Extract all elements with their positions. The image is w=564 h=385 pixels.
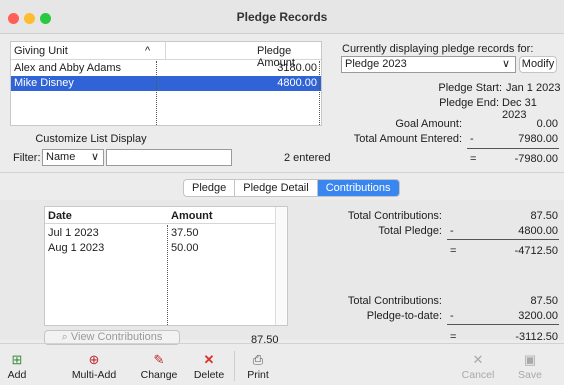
filter-label: Filter: — [13, 152, 41, 164]
contribution-date: Aug 1 2023 — [48, 242, 105, 254]
giving-unit-name: Alex and Abby Adams — [14, 62, 122, 74]
contribution-date: Jul 1 2023 — [48, 227, 99, 239]
pledge-row[interactable]: Alex and Abby Adams 3180.00 — [11, 61, 321, 76]
column-header-giving-unit[interactable]: Giving Unit — [14, 45, 68, 57]
pledge-amount: 3180.00 — [277, 62, 317, 74]
giving-unit-name: Mike Disney — [14, 77, 74, 89]
column-separator — [319, 61, 320, 125]
sort-ascending-icon: ^ — [145, 45, 151, 57]
save-label: Save — [518, 369, 542, 381]
cancel-x-icon: ✕ — [472, 352, 484, 367]
column-separator — [156, 61, 157, 125]
view-contributions-label: View Contributions — [70, 331, 163, 343]
pledge-to-date-value: 3200.00 — [518, 310, 558, 322]
total-entered-label: Total Amount Entered: — [353, 133, 462, 145]
change-record-icon: ✎ — [153, 352, 165, 367]
column-divider — [165, 42, 166, 60]
print-label: Print — [247, 369, 269, 381]
pledge-start-label: Pledge Start: — [438, 82, 502, 94]
total-entered-value: 7980.00 — [518, 133, 558, 145]
add-button[interactable]: ⊞ Add — [0, 352, 34, 381]
title-bar: Pledge Records — [0, 0, 564, 34]
pledge-to-date-label: Pledge-to-date: — [366, 310, 442, 322]
total-pledge-value: 4800.00 — [518, 225, 558, 237]
add-record-icon: ⊞ — [11, 352, 23, 367]
balance-value: -4712.50 — [514, 245, 558, 257]
equals-sign: = — [470, 153, 477, 165]
multi-add-label: Multi-Add — [71, 369, 117, 381]
tab-pledge[interactable]: Pledge — [184, 180, 236, 196]
change-label: Change — [140, 369, 178, 381]
toolbar-separator — [234, 351, 235, 381]
minus-sign: - — [450, 310, 454, 322]
difference-value: -7980.00 — [514, 153, 558, 165]
displaying-label: Currently displaying pledge records for: — [342, 43, 534, 55]
tab-pledge-detail[interactable]: Pledge Detail — [235, 180, 318, 196]
printer-icon: ⎙ — [252, 352, 264, 367]
equals-sign: = — [450, 331, 457, 343]
campaign-select-value: Pledge 2023 — [345, 58, 407, 70]
pledge-list[interactable]: Giving Unit ^ Pledge Amount Alex and Abb… — [10, 41, 322, 126]
cancel-button[interactable]: ✕ Cancel — [458, 352, 498, 381]
change-button[interactable]: ✎ Change — [140, 352, 178, 381]
minus-sign: - — [450, 225, 454, 237]
search-icon: ⌕ — [61, 331, 68, 343]
tab-contributions[interactable]: Contributions — [317, 180, 399, 196]
delete-label: Delete — [193, 369, 225, 381]
total-contributions-label: Total Contributions: — [347, 210, 442, 222]
scrollbar[interactable] — [275, 207, 287, 325]
contribution-amount: 50.00 — [171, 242, 199, 254]
filter-input[interactable] — [106, 149, 232, 166]
equals-sign: = — [450, 245, 457, 257]
cancel-label: Cancel — [461, 369, 495, 381]
filter-select-value: Name — [46, 151, 76, 163]
save-disk-icon: ▣ — [523, 352, 537, 367]
column-header-date[interactable]: Date — [48, 210, 72, 222]
column-header-amount[interactable]: Amount — [171, 210, 213, 222]
total-contributions-value: 87.50 — [530, 210, 558, 222]
pledge-start-value: Jan 1 2023 — [506, 82, 561, 94]
tab-bar: Pledge Pledge Detail Contributions — [183, 179, 400, 197]
column-separator — [167, 225, 168, 325]
section-divider — [0, 172, 564, 173]
campaign-select[interactable]: Pledge 2023 ∨ — [341, 56, 516, 73]
total-pledge-label: Total Pledge: — [378, 225, 442, 237]
contribution-amount: 37.50 — [171, 227, 199, 239]
chevron-down-icon: ∨ — [90, 151, 99, 163]
sum-divider — [467, 148, 559, 149]
total-contributions-label-2: Total Contributions: — [347, 295, 442, 307]
customize-list-display-button[interactable]: Customize List Display — [10, 131, 172, 147]
contributions-total: 87.50 — [251, 334, 279, 346]
pledge-list-header: Giving Unit ^ Pledge Amount — [11, 42, 321, 69]
add-label: Add — [7, 369, 27, 381]
modify-button[interactable]: Modify — [519, 56, 557, 73]
pledge-records-window: Pledge Records Giving Unit ^ Pledge Amou… — [0, 0, 564, 385]
sum-divider — [447, 239, 559, 240]
contribution-row[interactable]: Aug 1 2023 50.00 — [45, 241, 287, 256]
chevron-down-icon: ∨ — [501, 58, 510, 70]
window-title: Pledge Records — [236, 10, 328, 24]
pledge-row-selected[interactable]: Mike Disney 4800.00 — [11, 76, 321, 91]
delete-x-icon: ✕ — [203, 352, 215, 367]
sum-divider — [447, 324, 559, 325]
delete-button[interactable]: ✕ Delete — [190, 352, 228, 381]
toolbar-divider — [0, 343, 564, 344]
total-contributions-value-2: 87.50 — [530, 295, 558, 307]
print-button[interactable]: ⎙ Print — [242, 352, 274, 381]
save-button[interactable]: ▣ Save — [513, 352, 547, 381]
goal-amount-value: 0.00 — [536, 118, 558, 130]
minus-sign: - — [470, 133, 474, 145]
goal-amount-label: Goal Amount: — [395, 118, 462, 130]
filter-select[interactable]: Name ∨ — [42, 149, 104, 166]
pledge-end-label: Pledge End: — [439, 97, 499, 109]
pledge-amount: 4800.00 — [277, 77, 317, 89]
multi-add-button[interactable]: ⊕ Multi-Add — [66, 352, 122, 381]
multi-add-icon: ⊕ — [88, 352, 100, 367]
entered-count: 2 entered — [284, 152, 331, 164]
contributions-list[interactable]: Date Amount Jul 1 2023 37.50 Aug 1 2023 … — [44, 206, 288, 326]
pledge-to-date-balance: -3112.50 — [515, 331, 558, 343]
contributions-list-header: Date Amount — [45, 207, 287, 224]
contribution-row[interactable]: Jul 1 2023 37.50 — [45, 226, 287, 241]
